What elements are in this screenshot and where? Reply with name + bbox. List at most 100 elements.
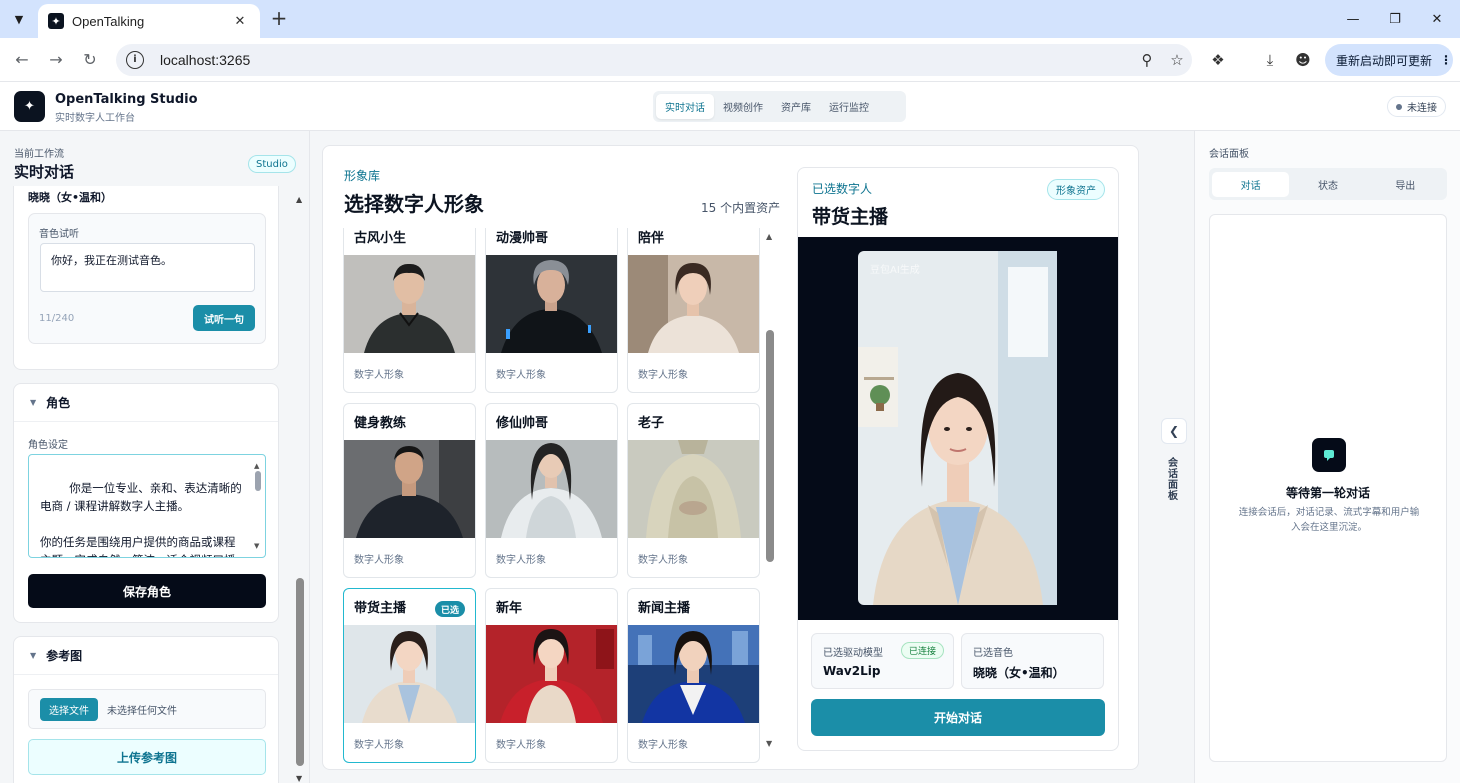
file-input[interactable]: 选择文件 未选择任何文件 — [28, 689, 266, 729]
sidebar-scroll-area: 晓晓（女•温和） 音色试听 你好，我正在测试音色。 11/240 试听一句 ▼ … — [0, 186, 292, 783]
bookmark-star-icon[interactable]: ☆ — [1162, 51, 1192, 69]
reference-card: ▼ 参考图 选择文件 未选择任何文件 上传参考图 — [13, 636, 279, 783]
save-role-button[interactable]: 保存角色 — [28, 574, 266, 608]
avatar-card[interactable]: 陪伴 数字人形象 — [627, 228, 760, 393]
try-voice-button[interactable]: 试听一句 — [193, 305, 255, 331]
avatar-name: 陪伴 — [638, 231, 665, 246]
reference-section-toggle[interactable]: ▼ 参考图 — [14, 637, 278, 675]
selected-avatar-preview: 已选数字人 带货主播 形象资产 豆包AI生成 已选驱动模型 已连接 Wav2Li… — [797, 167, 1119, 751]
textarea-scrollbar[interactable]: ▲ ▼ — [253, 457, 263, 555]
address-bar[interactable]: i localhost:3265 ⚲ ☆ — [116, 44, 1192, 76]
nav-tab-video[interactable]: 视频创作 — [714, 94, 772, 119]
voice-test-label: 音色试听 — [39, 229, 79, 240]
nav-tab-assets[interactable]: 资产库 — [772, 94, 820, 119]
scroll-down-icon[interactable]: ▼ — [254, 537, 259, 555]
tab-search-button[interactable]: ▼ — [6, 7, 32, 31]
avatar-name: 修仙帅哥 — [496, 416, 549, 431]
tab-export[interactable]: 导出 — [1367, 172, 1444, 197]
extensions-icon[interactable]: ❖ — [1207, 49, 1229, 71]
browser-tab[interactable]: ✦ OpenTalking ✕ — [38, 4, 260, 38]
profile-icon[interactable]: ☻ — [1292, 49, 1314, 71]
voice-test-input[interactable]: 你好，我正在测试音色。 — [40, 243, 255, 292]
library-kicker: 形象库 — [344, 169, 381, 183]
new-tab-button[interactable]: + — [268, 8, 290, 30]
avatar-card[interactable]: 健身教练 数字人形象 — [343, 403, 476, 578]
model-value: Wav2Lip — [823, 664, 881, 678]
sidebar-scrollbar[interactable]: ▲ ▼ — [292, 186, 308, 783]
app-favicon-icon: ✦ — [48, 13, 64, 29]
scroll-thumb[interactable] — [296, 578, 304, 766]
back-icon[interactable]: ← — [11, 49, 33, 71]
avatar-subtitle: 数字人形象 — [354, 370, 404, 381]
avatar-subtitle: 数字人形象 — [354, 555, 404, 566]
avatar-card[interactable]: 老子 数字人形象 — [627, 403, 760, 578]
avatar-thumbnail — [344, 255, 475, 353]
browser-toolbar: ← → ↻ i localhost:3265 ⚲ ☆ ❖ ⤓ ☻ 重新启动即可更… — [0, 38, 1460, 82]
upload-reference-button[interactable]: 上传参考图 — [28, 739, 266, 775]
reference-section-title: 参考图 — [46, 649, 83, 663]
tab-chat[interactable]: 对话 — [1212, 171, 1290, 197]
avatar-card[interactable]: 古风小生 数字人形象 — [343, 228, 476, 393]
avatar-name: 新闻主播 — [638, 601, 691, 616]
close-window-button[interactable]: ✕ — [1414, 6, 1460, 32]
chat-bubble-icon — [1312, 438, 1346, 472]
scroll-thumb[interactable] — [255, 471, 261, 491]
avatar-name: 健身教练 — [354, 416, 407, 431]
empty-state-description: 连接会话后，对话记录、流式字幕和用户输入会在这里沉淀。 — [1238, 507, 1420, 533]
app-header: ✦ OpenTalking Studio 实时数字人工作台 实时对话 视频创作 … — [0, 82, 1460, 131]
forward-icon[interactable]: → — [45, 49, 67, 71]
selected-voice-value[interactable]: 晓晓（女•温和） — [28, 189, 112, 205]
scroll-down-icon[interactable]: ▼ — [296, 774, 302, 783]
model-label: 已选驱动模型 — [823, 648, 883, 659]
nav-tab-realtime[interactable]: 实时对话 — [656, 94, 714, 119]
maximize-button[interactable]: ❐ — [1372, 6, 1418, 32]
library-count: 15 个内置资产 — [701, 201, 781, 215]
model-status-badge: 已连接 — [901, 642, 945, 659]
voice-value: 晓晓（女•温和） — [973, 666, 1065, 680]
avatar-card[interactable]: 修仙帅哥 数字人形象 — [485, 403, 618, 578]
role-card: ▼ 角色 角色设定 你是一位专业、亲和、表达清晰的电商 / 课程讲解数字人主播。… — [13, 383, 279, 623]
caret-down-icon: ▼ — [30, 398, 37, 407]
choose-file-button[interactable]: 选择文件 — [40, 697, 98, 721]
app-logo-icon: ✦ — [14, 91, 45, 122]
session-panel-rail-label[interactable]: 会话面板 — [1168, 458, 1180, 502]
status-dot-icon — [1396, 103, 1402, 110]
scroll-up-icon[interactable]: ▲ — [766, 232, 772, 241]
file-status: 未选择任何文件 — [107, 705, 177, 717]
library-title: 选择数字人形象 — [344, 192, 484, 216]
workflow-sidebar: 当前工作流 实时对话 Studio 晓晓（女•温和） 音色试听 你好，我正在测试… — [0, 131, 310, 783]
studio-badge: Studio — [248, 155, 296, 173]
download-icon[interactable]: ⤓ — [1259, 49, 1281, 71]
scroll-up-icon[interactable]: ▲ — [296, 195, 302, 204]
scroll-down-icon[interactable]: ▼ — [766, 739, 772, 748]
role-setting-textarea[interactable]: 你是一位专业、亲和、表达清晰的电商 / 课程讲解数字人主播。 你的任务是围绕用户… — [28, 454, 266, 558]
reload-icon[interactable]: ↻ — [79, 49, 101, 71]
connection-status-text: 未连接 — [1407, 103, 1437, 114]
avatar-subtitle: 数字人形象 — [638, 555, 688, 566]
nav-tab-monitor[interactable]: 运行监控 — [820, 94, 878, 119]
site-info-icon[interactable]: i — [126, 51, 144, 69]
url-text[interactable]: localhost:3265 — [160, 52, 1132, 68]
avatar-card-selected[interactable]: 带货主播 已选 数字人形象 — [343, 588, 476, 763]
avatar-card[interactable]: 新年 数字人形象 — [485, 588, 618, 763]
tab-status[interactable]: 状态 — [1289, 172, 1366, 197]
avatar-thumbnail — [486, 625, 617, 723]
char-count: 11/240 — [39, 313, 75, 324]
avatar-card[interactable]: 新闻主播 数字人形象 — [627, 588, 760, 763]
role-section-toggle[interactable]: ▼ 角色 — [14, 384, 278, 422]
scroll-thumb[interactable] — [766, 330, 774, 562]
grid-scrollbar[interactable]: ▲ ▼ — [764, 228, 776, 748]
minimize-button[interactable]: — — [1330, 6, 1376, 32]
avatar-subtitle: 数字人形象 — [496, 555, 546, 566]
avatar-thumbnail — [344, 440, 475, 538]
update-button[interactable]: 重新启动即可更新 ⋮ — [1325, 44, 1453, 76]
start-conversation-button[interactable]: 开始对话 — [811, 699, 1105, 736]
asset-type-badge: 形象资产 — [1047, 179, 1105, 200]
session-panel: 会话面板 对话 状态 导出 等待第一轮对话 连接会话后，对话记录、流式字幕和用户… — [1194, 131, 1460, 783]
zoom-icon[interactable]: ⚲ — [1132, 51, 1162, 69]
avatar-card[interactable]: 动漫帅哥 数字人形象 — [485, 228, 618, 393]
avatar-name: 新年 — [496, 601, 523, 616]
close-tab-icon[interactable]: ✕ — [230, 14, 250, 29]
caret-down-icon: ▼ — [30, 651, 37, 660]
collapse-panel-button[interactable]: ❮ — [1161, 418, 1187, 444]
